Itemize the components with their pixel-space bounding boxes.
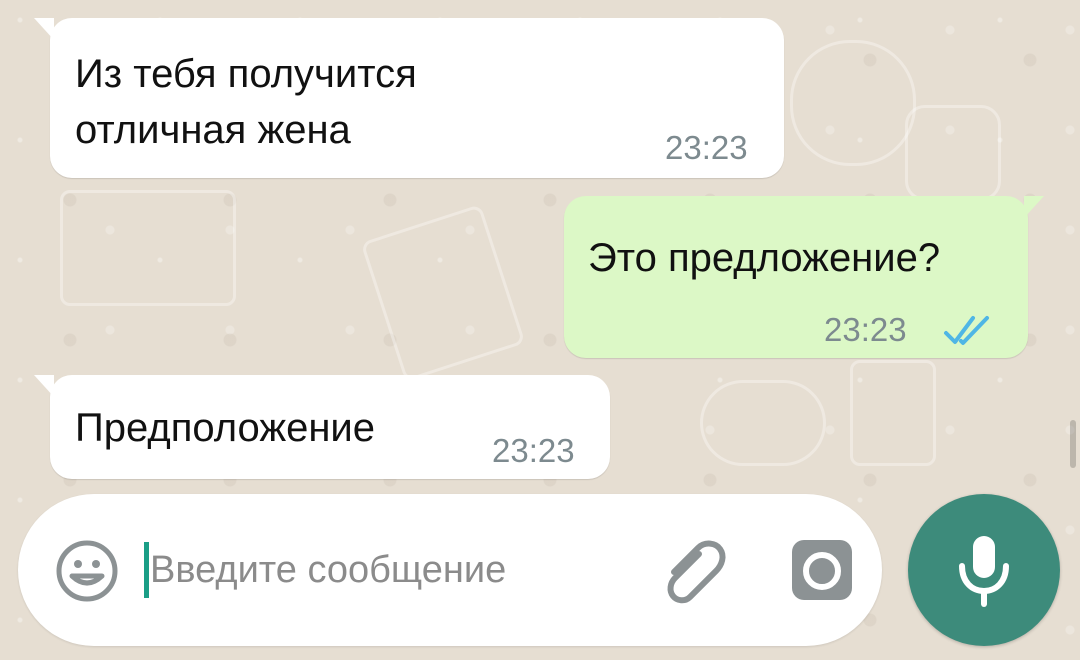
text-caret <box>144 542 149 598</box>
emoji-icon[interactable] <box>54 538 120 604</box>
message-input-placeholder: Введите сообщение <box>150 549 507 591</box>
incoming-bubble-tail <box>34 375 54 397</box>
outgoing-bubble-tail <box>1024 196 1044 218</box>
message-composer: Введите сообщение <box>18 494 882 646</box>
incoming-bubble-tail <box>34 18 54 40</box>
camera-icon[interactable] <box>788 536 856 604</box>
message-text: Это предложение? <box>588 236 941 280</box>
message-time: 23:23 <box>665 129 748 166</box>
scrollbar-thumb[interactable] <box>1070 420 1076 468</box>
paperclip-icon[interactable] <box>654 534 730 610</box>
microphone-button[interactable] <box>908 494 1060 646</box>
microphone-icon <box>959 536 1009 607</box>
message-time: 23:23 <box>492 432 575 469</box>
message-input[interactable]: Введите сообщение <box>144 534 574 606</box>
message-text: Из тебя получится отличная жена <box>75 52 417 152</box>
message-time: 23:23 <box>824 311 907 348</box>
outgoing-message[interactable]: Это предложение? 23:23 <box>564 196 1044 358</box>
incoming-message[interactable]: Предположение 23:23 <box>34 375 610 479</box>
double-check-icon <box>944 316 989 345</box>
message-text: Предположение <box>75 406 375 450</box>
incoming-message[interactable]: Из тебя получится отличная жена 23:23 <box>34 18 784 178</box>
